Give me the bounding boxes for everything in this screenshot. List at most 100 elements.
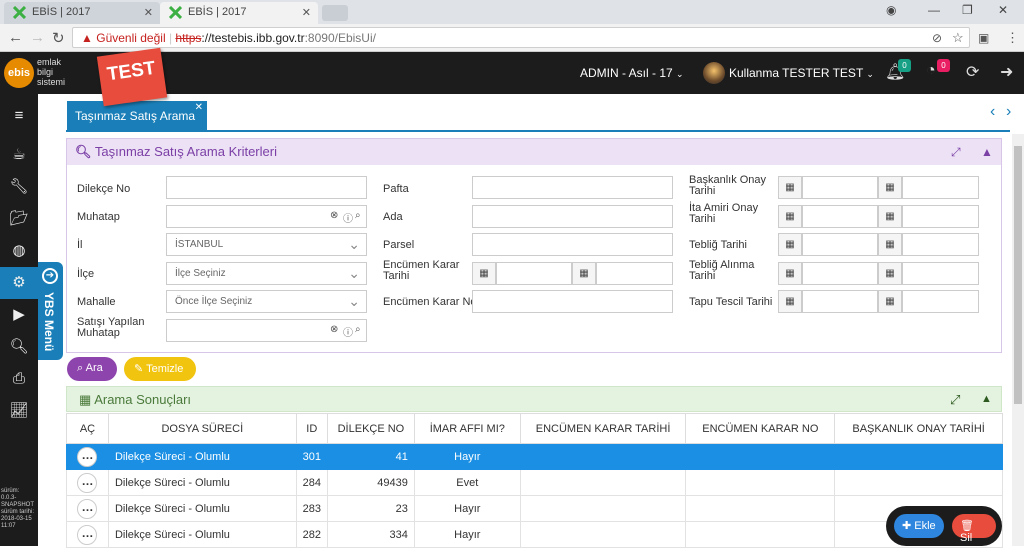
window-close-icon[interactable]: ✕ [998,3,1008,17]
calendar-icon[interactable]: ▦ [878,262,902,285]
expand-icon[interactable]: ⤢ [951,145,961,160]
hamburger-menu-icon[interactable]: ≡ [0,100,38,132]
role-selector[interactable]: ADMIN - Asıl - 17 ⌄ [580,66,684,80]
table-row[interactable]: … Dilekçe Süreci - Olumlu 283 23 Hayır [66,495,1003,522]
star-icon[interactable]: ☆ [952,30,964,46]
encumen-karar-tarihi-end[interactable] [596,262,673,285]
reload-icon[interactable]: ↻ [52,29,65,47]
back-arrow-icon[interactable]: ← [8,29,23,46]
delete-button[interactable]: 🗑︎ Sil [952,514,996,544]
refresh-icon[interactable]: ⟳ [966,62,979,82]
search-icon[interactable]: ⌕ [355,324,361,335]
add-button[interactable]: ✚ Ekle [894,514,944,538]
calendar-icon[interactable]: ▦ [778,233,802,256]
teblig-tarihi-start[interactable] [802,233,878,256]
baskanlik-onay-tarihi-start[interactable] [802,176,878,199]
calendar-icon[interactable]: ▦ [878,233,902,256]
calendar-icon[interactable]: ▦ [572,262,596,285]
dilekce-no-input[interactable] [166,176,367,199]
close-icon[interactable]: ✕ [195,102,203,113]
chart-icon[interactable]: 📈︎ [0,395,38,427]
table-row[interactable]: … Dilekçe Süreci - Olumlu 301 41 Hayır [66,443,1003,470]
mahalle-select[interactable]: Önce İlçe Seçiniz ⌄ [166,290,367,313]
tapu-tescil-tarihi-end[interactable] [902,290,979,313]
ilce-select[interactable]: İlçe Seçiniz ⌄ [166,262,367,285]
more-dots-icon[interactable]: … [77,472,98,493]
info-icon[interactable]: ⓘ [343,210,353,225]
collapse-icon[interactable]: ▲ [981,393,992,405]
scrollbar-thumb[interactable] [1014,146,1022,404]
play-icon[interactable]: ▶ [0,299,38,331]
wrench-icon[interactable]: 🔧︎ [0,171,38,203]
table-row[interactable]: … Dilekçe Süreci - Olumlu 284 49439 Evet [66,469,1003,496]
logout-icon[interactable]: ➜ [1000,62,1013,82]
ebis-logo[interactable]: ebis [4,58,34,88]
pafta-input[interactable] [472,176,673,199]
more-dots-icon[interactable]: … [77,498,98,519]
parsel-input[interactable] [472,233,673,256]
encumen-karar-tarihi-start[interactable] [496,262,572,285]
url-input[interactable]: ▲ Güvenli değil | https://testebis.ibb.g… [72,27,970,48]
baskanlik-onay-tarihi-end[interactable] [902,176,979,199]
maximize-icon[interactable]: ❐ [962,3,973,17]
calendar-icon[interactable]: ▦ [472,262,496,285]
more-dots-icon[interactable]: … [77,524,98,545]
calendar-icon[interactable]: ▦ [878,205,902,228]
column-header[interactable]: DOSYA SÜRECİ [107,413,297,444]
calendar-icon[interactable]: ▦ [778,205,802,228]
ita-amiri-onay-tarihi-end[interactable] [902,205,979,228]
minimize-icon[interactable]: — [928,3,940,17]
search-button[interactable]: ⌕ Ara [67,357,117,381]
table-row[interactable]: … Dilekçe Süreci - Olumlu 282 334 Hayır [66,521,1003,548]
forward-arrow-icon[interactable]: → [30,29,45,46]
search-icon[interactable]: 🔍︎ [0,331,38,363]
column-header[interactable]: ID [295,413,328,444]
calendar-icon[interactable]: ▦ [878,290,902,313]
column-header[interactable]: ENCÜMEN KARAR NO [685,413,836,444]
menu-dots-icon[interactable]: ⋮ [1006,30,1019,46]
search-icon[interactable]: ⌕ [355,210,361,221]
il-select[interactable]: İSTANBUL ⌄ [166,233,367,256]
ita-amiri-onay-tarihi-start[interactable] [802,205,878,228]
close-icon[interactable]: ✕ [144,6,153,19]
extension-icon[interactable]: ▣ [978,31,989,45]
profile-icon[interactable]: ◉ [886,3,896,17]
folder-open-icon[interactable]: 📂︎ [0,203,38,235]
info-icon[interactable]: ⓘ [343,324,353,339]
coffee-icon[interactable]: ☕︎ [0,139,38,171]
chevron-right-icon[interactable]: › [1006,103,1011,121]
column-header[interactable]: ENCÜMEN KARAR TARİHİ [519,413,687,444]
tab-tasinmaz-satis-arama[interactable]: Taşınmaz Satış Arama ✕ [67,101,207,130]
close-icon[interactable]: ✕ [302,6,311,19]
clear-button[interactable]: ✎ Temizle [124,357,196,381]
calendar-icon[interactable]: ▦ [778,176,802,199]
clear-icon[interactable]: ⊗ [330,324,338,335]
avatar[interactable] [703,62,725,84]
gauge-icon[interactable]: ◔ [926,62,936,80]
user-menu[interactable]: Kullanma TESTER TEST ⌄ [729,66,874,80]
column-header[interactable]: İMAR AFFI MI? [413,413,521,444]
browser-tab-active[interactable]: EBİS | 2017 ✕ [160,2,318,24]
calendar-icon[interactable]: ▦ [878,176,902,199]
column-header[interactable]: AÇ [66,413,109,444]
ada-input[interactable] [472,205,673,228]
satisi-yapilan-muhatap-lookup[interactable]: ⊗ ⓘ ⌕ [166,319,367,342]
ybs-menu-tab[interactable]: ➔ YBS Menü [38,262,63,360]
clear-icon[interactable]: ⊗ [330,210,338,221]
new-tab-button[interactable] [322,5,348,21]
more-dots-icon[interactable]: … [77,446,98,467]
expand-icon[interactable]: ⤢ [950,392,960,408]
camera-blocked-icon[interactable]: ⊘ [932,31,942,45]
teblig-tarihi-end[interactable] [902,233,979,256]
browser-tab[interactable]: EBİS | 2017 ✕ [4,2,160,24]
calendar-icon[interactable]: ▦ [778,290,802,313]
chevron-left-icon[interactable]: ‹ [990,103,995,121]
column-header[interactable]: DİLEKÇE NO [326,413,415,444]
encumen-karar-no-input[interactable] [472,290,673,313]
gear-icon[interactable]: ⚙ [0,267,38,299]
muhatap-lookup[interactable]: ⊗ ⓘ ⌕ [166,205,367,228]
teblig-alinma-tarihi-end[interactable] [902,262,979,285]
teblig-alinma-tarihi-start[interactable] [802,262,878,285]
scrollbar[interactable] [1012,134,1024,546]
globe-icon[interactable]: ◍ [0,235,38,267]
